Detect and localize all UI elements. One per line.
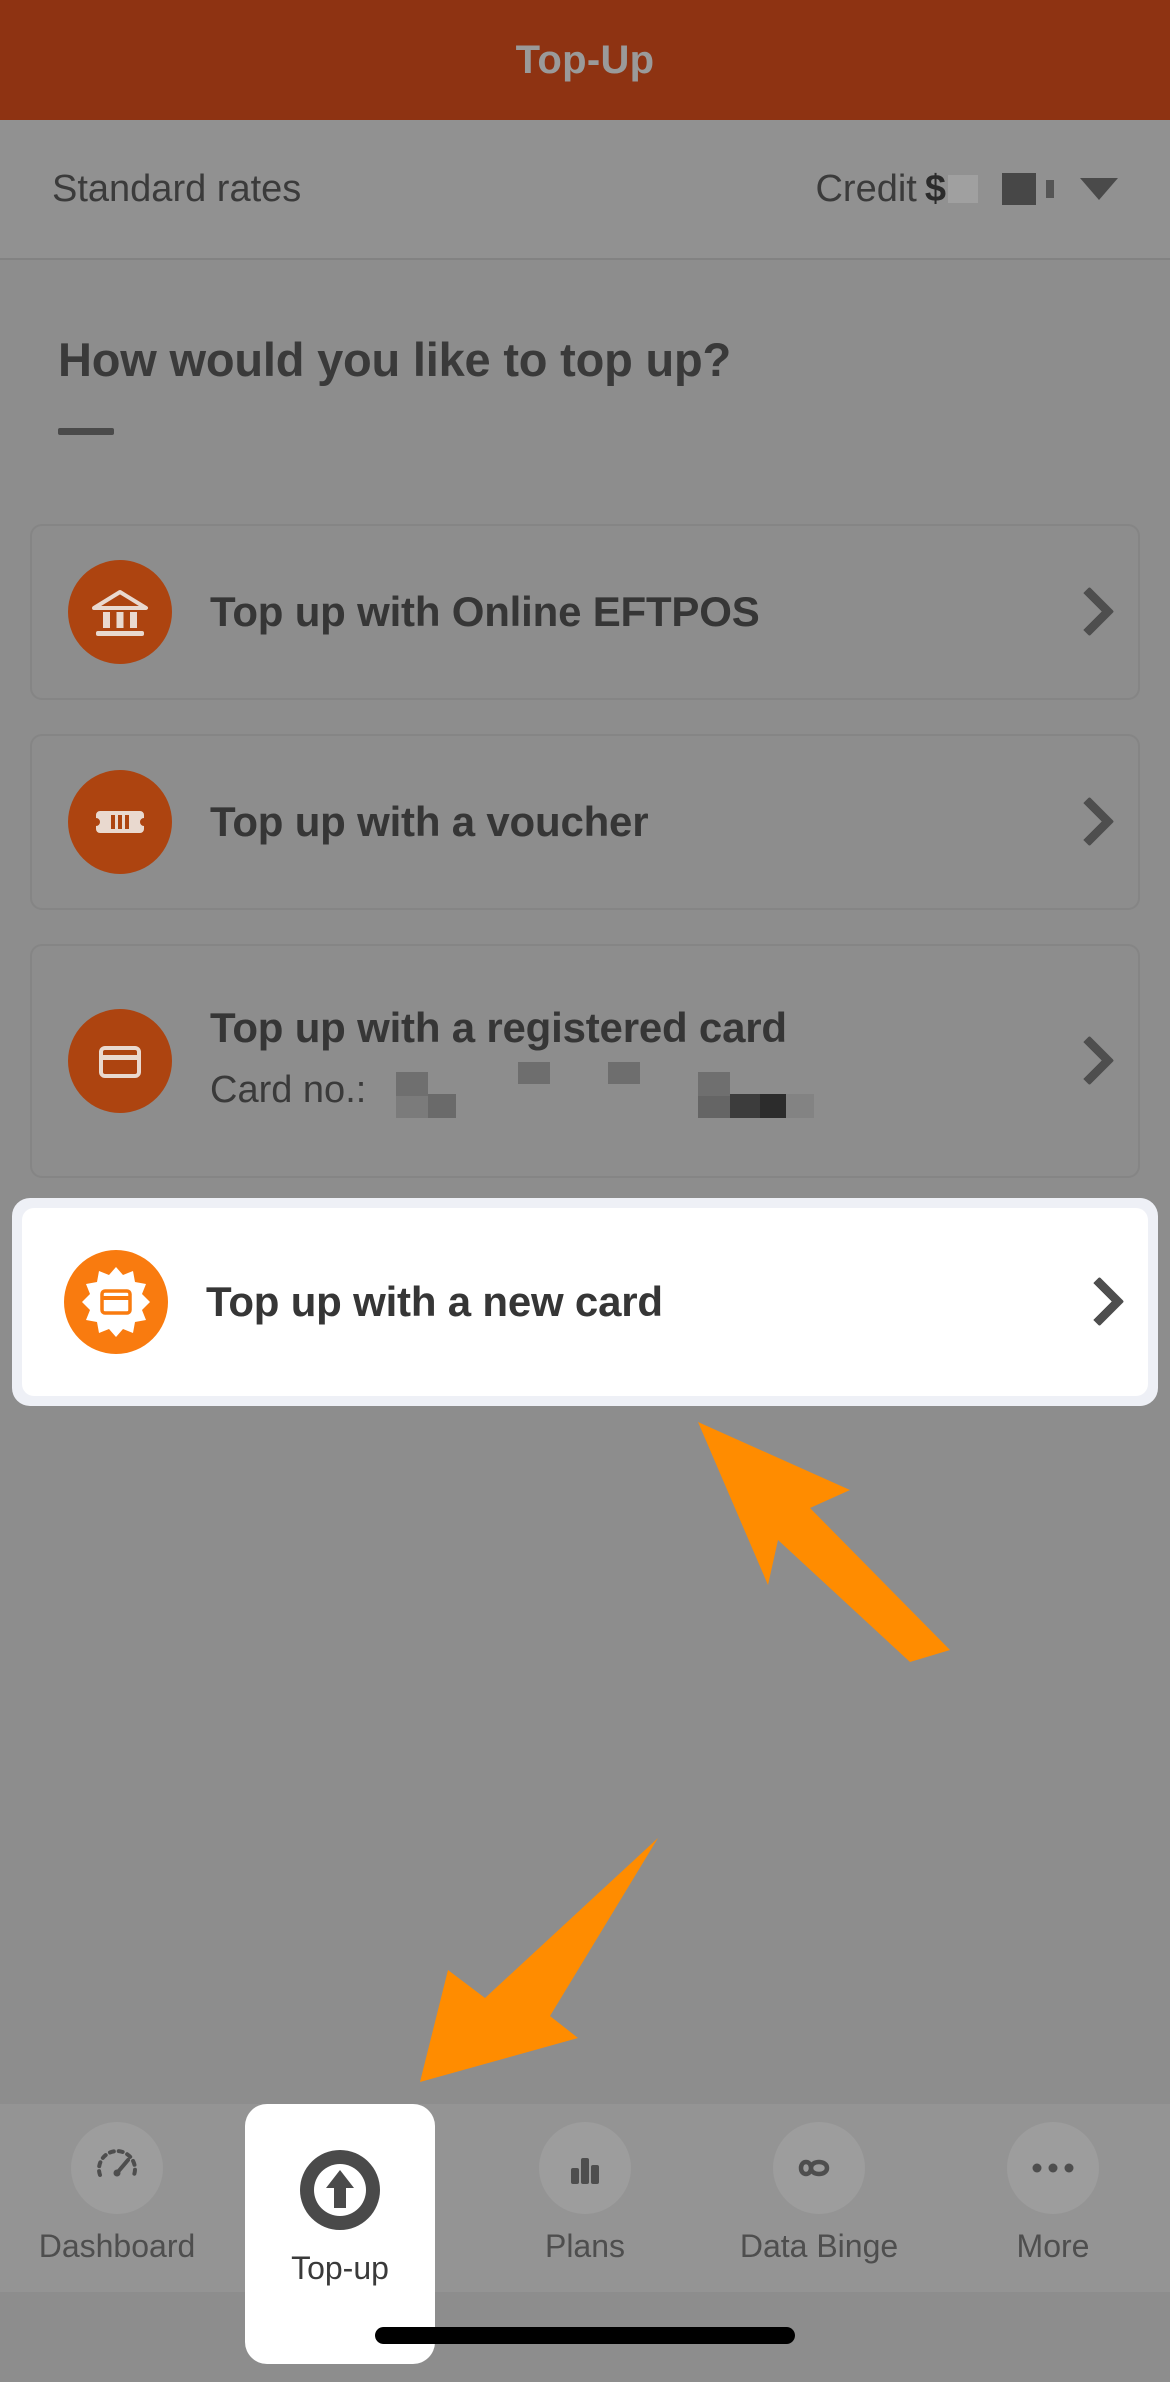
option-registered-card[interactable]: Top up with a registered card Card no.:	[30, 944, 1140, 1178]
chevron-down-icon[interactable]	[1080, 178, 1118, 200]
app-header: Top-Up	[0, 0, 1170, 120]
heading-underline-rule	[58, 428, 114, 435]
nav-item-topup[interactable]: Top-up	[245, 2104, 435, 2364]
option-title: Top up with a registered card	[210, 1004, 787, 1051]
nav-label: Top-up	[291, 2250, 389, 2286]
voucher-ticket-icon	[68, 770, 172, 874]
nav-label: Data Binge	[739, 2228, 899, 2264]
rates-bar: Standard rates Credit $	[0, 120, 1170, 260]
option-text: Top up with a voucher	[210, 798, 1070, 846]
option-title: Top up with a new card	[206, 1278, 663, 1325]
nav-label: Dashboard	[38, 2228, 196, 2264]
nav-item-data-binge[interactable]: Data Binge	[724, 2122, 914, 2265]
annotation-arrow-down-left	[420, 1838, 658, 2082]
section-heading: How would you like to top up?	[58, 333, 732, 386]
option-text: Top up with Online EFTPOS	[210, 588, 1070, 636]
annotation-arrow-up-left	[698, 1422, 950, 1662]
nav-item-dashboard[interactable]: Dashboard	[22, 2122, 212, 2265]
option-title: Top up with Online EFTPOS	[210, 588, 760, 635]
redacted-block	[1002, 173, 1036, 205]
redacted-card-number	[396, 1062, 815, 1118]
nav-item-more[interactable]: More	[958, 2122, 1148, 2265]
speedometer-icon	[71, 2122, 163, 2214]
option-title: Top up with a voucher	[210, 798, 649, 845]
credit-selector[interactable]: Credit $	[815, 168, 1118, 211]
redacted-block	[1046, 180, 1054, 198]
bar-chart-icon	[539, 2122, 631, 2214]
page-title: Top-Up	[515, 37, 655, 82]
nav-label: Plans	[544, 2228, 626, 2264]
option-text: Top up with a registered card Card no.:	[210, 1004, 1070, 1118]
option-text: Top up with a new card	[206, 1278, 1080, 1326]
option-voucher[interactable]: Top up with a voucher	[30, 734, 1140, 910]
standard-rates-label: Standard rates	[52, 167, 302, 210]
chevron-right-icon[interactable]	[1080, 1274, 1114, 1330]
bank-icon	[68, 560, 172, 664]
new-card-starburst-icon	[64, 1250, 168, 1354]
card-number-label: Card no.:	[210, 1068, 367, 1111]
chevron-right-icon[interactable]	[1070, 1033, 1104, 1089]
ellipsis-icon	[1007, 2122, 1099, 2214]
credit-currency: $	[924, 167, 946, 210]
bottom-navigation-bar: Dashboard Plans Data Binge More Top-up	[0, 2104, 1170, 2364]
chevron-right-icon[interactable]	[1070, 584, 1104, 640]
redacted-block	[948, 175, 978, 203]
nav-label: More	[1016, 2228, 1090, 2264]
chevron-right-icon[interactable]	[1070, 794, 1104, 850]
option-new-card-highlight: Top up with a new card	[12, 1198, 1158, 1406]
credit-label: Credit	[815, 167, 917, 210]
infinity-icon	[773, 2122, 865, 2214]
option-online-eftpos[interactable]: Top up with Online EFTPOS	[30, 524, 1140, 700]
card-number-row: Card no.:	[210, 1062, 1070, 1118]
app-screen: Top-Up Standard rates Credit $ How would…	[0, 0, 1170, 2382]
option-new-card[interactable]: Top up with a new card	[22, 1208, 1148, 1396]
nav-item-plans[interactable]: Plans	[490, 2122, 680, 2265]
arrow-up-circle-icon	[294, 2144, 386, 2236]
home-indicator	[375, 2327, 795, 2344]
credit-card-icon	[68, 1009, 172, 1113]
